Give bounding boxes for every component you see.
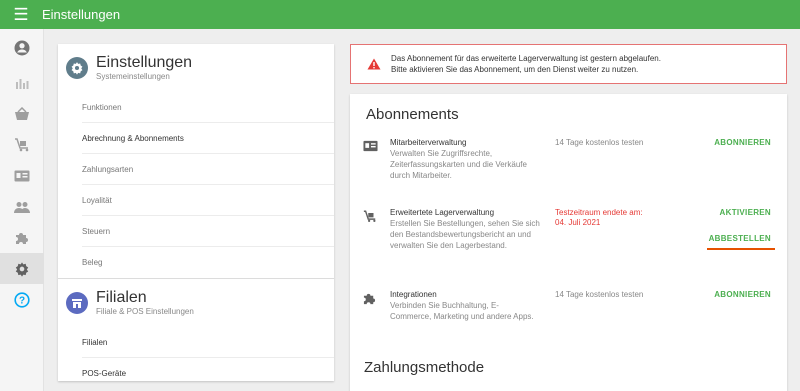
menu-item-receipt[interactable]: Beleg (82, 247, 334, 278)
menu-item-pos-devices[interactable]: POS-Geräte (82, 358, 334, 389)
nav-customers[interactable] (0, 191, 44, 222)
warning-icon (367, 58, 381, 70)
subscriptions-title: Abonnements (366, 106, 459, 123)
subscriptions-card: Abonnements Mitarbeiterverwaltung Verwal… (350, 94, 787, 391)
id-card-icon (363, 140, 378, 152)
subscription-name: Mitarbeiterverwaltung (390, 138, 467, 147)
nav-inventory[interactable] (0, 129, 44, 160)
cart-icon (15, 137, 29, 151)
subscribe-button[interactable]: ABONNIEREN (714, 138, 771, 147)
settings-section-title: Einstellungen (96, 54, 193, 71)
branches-section-title: Filialen (96, 289, 147, 306)
id-card-icon (14, 170, 30, 181)
menu-item-billing-subscriptions[interactable]: Abrechnung & Abonnements (82, 123, 334, 154)
bar-chart-icon (16, 78, 29, 89)
subscription-description: Verwalten Sie Zugriffsrechte, Zeiterfass… (390, 149, 527, 180)
subscription-status: 14 Tage kostenlos testen (555, 290, 644, 299)
basket-icon (15, 106, 29, 120)
page-title: Einstellungen (42, 7, 121, 22)
menu-item-payment-types[interactable]: Zahlungsarten (82, 154, 334, 185)
highlight-underline (707, 248, 775, 250)
gear-icon (66, 57, 88, 79)
account-icon[interactable] (0, 29, 44, 67)
alert-line-1: Das Abonnement für das erweiterte Lagerv… (391, 54, 661, 63)
menu-item-functions[interactable]: Funktionen (82, 92, 334, 123)
trial-ended-date: 04. Juli 2021 (555, 218, 601, 227)
branches-section-header: Filialen Filiale & POS Einstellungen (58, 279, 334, 327)
subscription-name: Integrationen (390, 290, 437, 299)
svg-text:?: ? (19, 295, 25, 306)
people-icon (14, 201, 30, 213)
left-nav-rail: ? (0, 29, 44, 391)
settings-section-header: Einstellungen Systemeinstellungen (58, 44, 334, 92)
nav-settings[interactable] (0, 253, 44, 284)
nav-integrations[interactable] (0, 222, 44, 253)
menu-item-taxes[interactable]: Steuern (82, 216, 334, 247)
activate-button[interactable]: AKTIVIEREN (720, 208, 771, 217)
hamburger-icon[interactable]: ☰ (0, 0, 42, 29)
top-app-bar: ☰ Einstellungen (0, 0, 800, 29)
menu-item-branches[interactable]: Filialen (82, 327, 334, 358)
nav-help[interactable]: ? (0, 284, 44, 315)
help-icon: ? (14, 291, 30, 308)
payment-method-title: Zahlungsmethode (364, 359, 485, 376)
trial-ended-label: Testzeitraum endete am: (555, 208, 643, 217)
nav-reports[interactable] (0, 67, 44, 98)
store-icon (66, 292, 88, 314)
menu-item-loyalty[interactable]: Loyalität (82, 185, 334, 216)
subscription-description: Verbinden Sie Buchhaltung, E-Commerce, M… (390, 301, 534, 321)
settings-navigation-card: Einstellungen Systemeinstellungen Funkti… (58, 44, 334, 381)
branches-section-subtitle: Filiale & POS Einstellungen (96, 307, 194, 316)
gear-icon (15, 261, 29, 277)
puzzle-icon (16, 232, 28, 244)
settings-section-subtitle: Systemeinstellungen (96, 72, 170, 81)
puzzle-icon (363, 293, 376, 305)
unsubscribe-button[interactable]: ABBESTELLEN (709, 234, 771, 243)
nav-employees[interactable] (0, 160, 44, 191)
subscription-name: Erweitertete Lagerverwaltung (390, 208, 495, 217)
subscription-expired-alert: Das Abonnement für das erweiterte Lagerv… (350, 44, 787, 84)
nav-items[interactable] (0, 98, 44, 129)
alert-line-2: Bitte aktivieren Sie das Abonnement, um … (391, 65, 639, 74)
subscription-status: 14 Tage kostenlos testen (555, 138, 644, 147)
cart-icon (363, 210, 376, 223)
subscribe-button[interactable]: ABONNIEREN (714, 290, 771, 299)
subscription-description: Erstellen Sie Bestellungen, sehen Sie si… (390, 219, 540, 250)
